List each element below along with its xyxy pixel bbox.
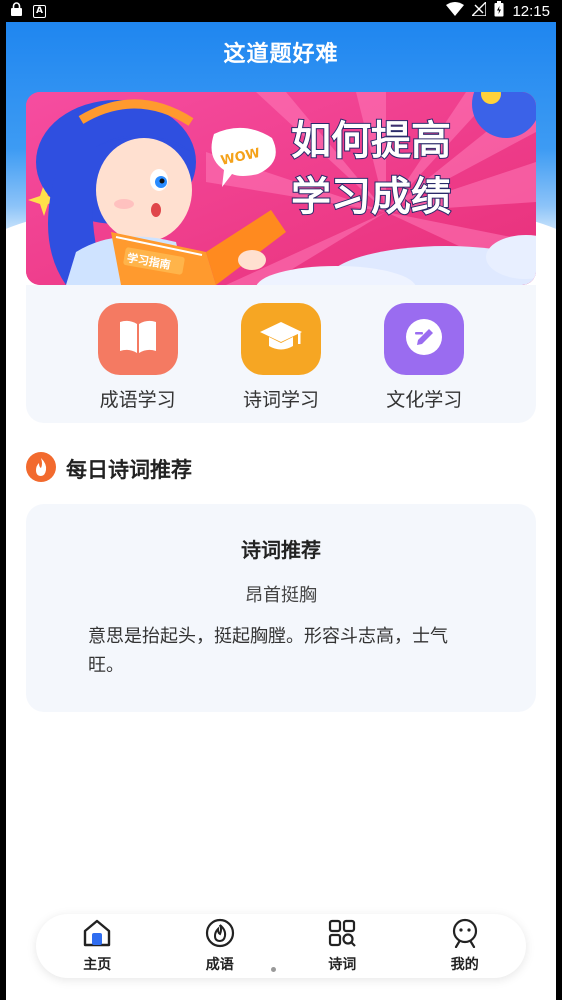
grid-search-icon <box>327 918 357 952</box>
poem-description: 意思是抬起头，挺起胸膛。形容斗志高，士气旺。 <box>88 626 448 676</box>
battery-icon <box>494 1 504 21</box>
tab-label: 诗词 <box>328 957 357 973</box>
category-panel: 成语学习 诗词学习 文化学习 <box>26 285 536 423</box>
banner-headline-1: 如何提高 <box>291 118 451 164</box>
banner[interactable]: 学习指南 WOW 如何提高 学习成绩 <box>26 92 536 285</box>
category-icon-bg <box>384 303 465 375</box>
section-title: 每日诗词推荐 <box>66 458 192 482</box>
home-icon <box>82 918 112 952</box>
banner-illustration: 学习指南 WOW 如何提高 学习成绩 <box>26 92 536 285</box>
category-label: 成语学习 <box>99 389 176 411</box>
app-screen: 这道题好难 学习指南 WOW 如何提高 学习成绩 成语学习 诗词学习 文化学习 … <box>6 22 556 1000</box>
poem-card-heading: 诗词推荐 <box>241 538 321 562</box>
page-title: 这道题好难 <box>223 42 339 67</box>
tab-poetry[interactable]: 诗词 <box>302 918 382 974</box>
graduation-cap-icon <box>258 319 304 359</box>
tab-label: 成语 <box>205 957 234 973</box>
banner-headline-2: 学习成绩 <box>291 174 451 220</box>
book-icon <box>117 318 159 360</box>
tab-label: 主页 <box>83 957 112 973</box>
tab-label: 我的 <box>450 957 479 973</box>
pencil-icon <box>404 317 444 361</box>
fire-icon <box>205 918 235 952</box>
fire-icon <box>26 452 56 486</box>
status-bar: A 12:15 <box>0 0 562 22</box>
wifi-icon <box>446 2 465 20</box>
category-idiom-study[interactable]: 成语学习 <box>83 303 193 423</box>
category-icon-bg <box>97 303 178 375</box>
category-label: 文化学习 <box>386 389 463 411</box>
category-icon-bg <box>240 303 321 375</box>
bottom-tab-bar: 主页 成语 诗词 我的 <box>36 914 526 978</box>
status-time: 12:15 <box>512 2 550 20</box>
profile-icon <box>450 918 480 952</box>
lock-notification-icon <box>10 2 23 20</box>
category-label: 诗词学习 <box>242 389 319 411</box>
tab-idiom[interactable]: 成语 <box>180 918 260 974</box>
app-notification-icon: A <box>33 4 46 18</box>
poem-idiom: 昂首挺胸 <box>245 585 317 606</box>
category-poetry-study[interactable]: 诗词学习 <box>226 303 336 423</box>
tab-home[interactable]: 主页 <box>57 918 137 974</box>
tab-profile[interactable]: 我的 <box>425 918 505 974</box>
category-culture-study[interactable]: 文化学习 <box>369 303 479 423</box>
signal-icon <box>470 0 488 20</box>
page-indicator-dot <box>271 967 276 972</box>
poem-recommendation-card[interactable]: 诗词推荐 昂首挺胸 意思是抬起头，挺起胸膛。形容斗志高，士气旺。 <box>26 504 536 712</box>
daily-poem-section-header: 每日诗词推荐 <box>26 452 192 486</box>
